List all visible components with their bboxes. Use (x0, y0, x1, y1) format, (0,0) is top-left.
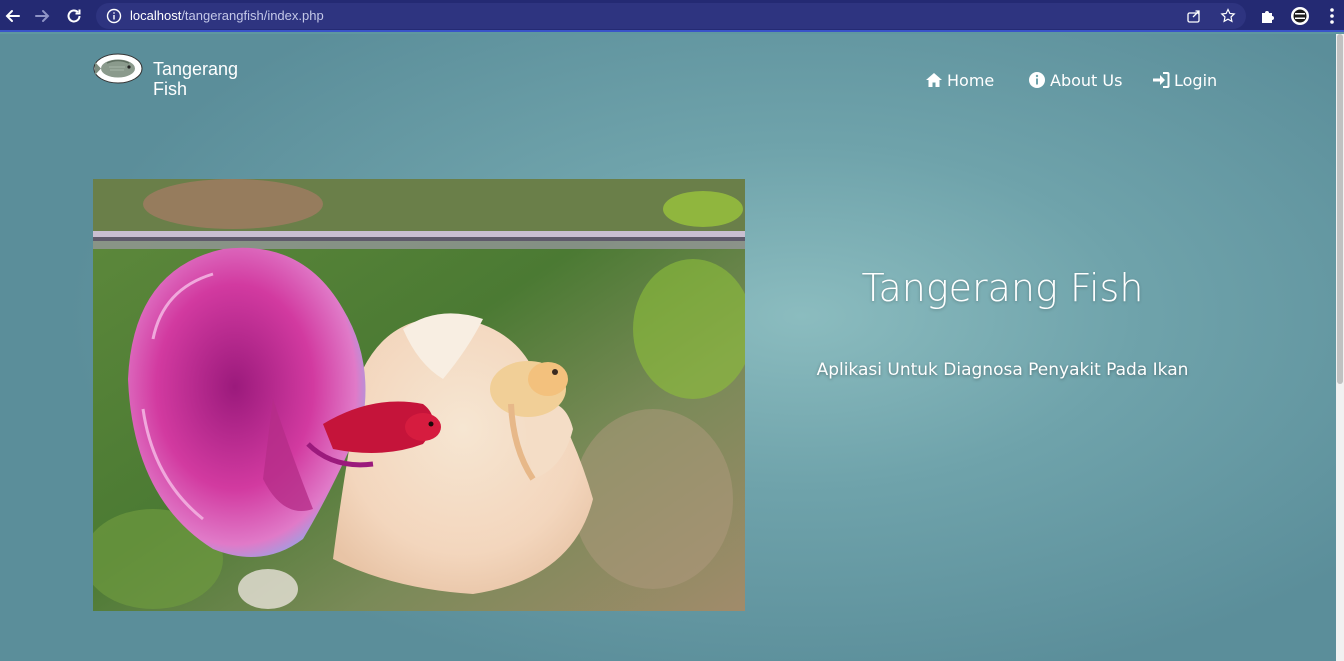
hero-subtitle: Aplikasi Untuk Diagnosa Penyakit Pada Ik… (816, 360, 1189, 380)
bookmark-star-icon[interactable] (1220, 8, 1236, 24)
address-bar[interactable]: localhost/tangerangfish/index.php (96, 3, 1246, 29)
menu-kebab-icon[interactable] (1322, 6, 1342, 26)
profile-avatar-icon[interactable] (1290, 6, 1310, 26)
page-scrollbar[interactable] (1336, 34, 1344, 661)
url-path: /tangerangfish/index.php (181, 8, 324, 23)
brand-name[interactable]: Tangerang Fish (153, 59, 263, 99)
nav-login[interactable]: Login (1152, 69, 1217, 91)
browser-toolbar: localhost/tangerangfish/index.php (0, 0, 1344, 32)
fish-logo-icon[interactable] (93, 53, 143, 84)
hero-betta-fish-image (93, 179, 745, 611)
home-icon (926, 73, 942, 87)
sign-in-icon (1153, 72, 1170, 88)
hero-title: Tangerang Fish (861, 266, 1144, 310)
scrollbar-thumb[interactable] (1337, 34, 1343, 384)
nav-about-us-label: About Us (1050, 70, 1123, 90)
url-text[interactable]: localhost/tangerangfish/index.php (130, 8, 324, 23)
nav-home[interactable]: Home (925, 69, 994, 91)
info-circle-icon (1029, 72, 1045, 88)
back-arrow-icon[interactable] (2, 5, 24, 27)
reload-icon[interactable] (63, 5, 85, 27)
extensions-puzzle-icon[interactable] (1258, 6, 1278, 26)
nav-login-label: Login (1174, 70, 1218, 90)
site-info-icon[interactable] (106, 8, 122, 24)
nav-about-us[interactable]: About Us (1028, 69, 1122, 91)
forward-arrow-icon[interactable] (31, 5, 53, 27)
share-icon[interactable] (1186, 8, 1202, 24)
url-host: localhost (130, 8, 182, 23)
nav-home-label: Home (947, 70, 995, 90)
page-body: Tangerang Fish Home About Us Login Tange… (0, 34, 1336, 661)
